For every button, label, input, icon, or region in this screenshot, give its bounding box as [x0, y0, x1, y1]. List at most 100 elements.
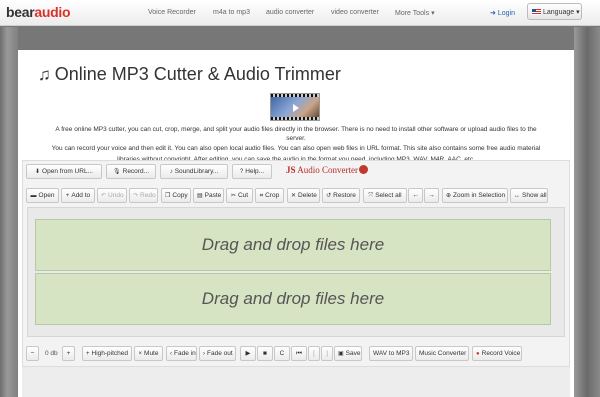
add-to-button[interactable]: + Add to — [61, 188, 95, 203]
undo-button[interactable]: ↶ Undo — [97, 188, 127, 203]
restore-icon: ↺ — [326, 193, 332, 199]
zoom-icon: ⊕ — [446, 193, 452, 199]
paste-button[interactable]: ▤ Paste — [193, 188, 224, 203]
volume-up-button[interactable]: + — [62, 346, 75, 361]
arrow-right-icon: → — [428, 192, 435, 199]
scissors-icon: ✂ — [230, 193, 236, 199]
wav-to-mp3-button[interactable]: WAV to MP3 — [369, 346, 413, 361]
undo-label: Undo — [108, 192, 124, 199]
js-audio-converter-link[interactable]: JS Audio Converter — [286, 165, 369, 175]
play-button[interactable]: ▶ — [240, 346, 256, 361]
nav-voice-recorder[interactable]: Voice Recorder — [148, 9, 196, 16]
top-navbar: bearaudio Voice Recorder m4a to mp3 audi… — [0, 0, 600, 26]
fade-in-label: Fade in — [174, 350, 196, 357]
record-label: Record... — [122, 168, 149, 175]
open-from-url-button[interactable]: ⬇ Open from URL... — [26, 164, 102, 179]
loop-button[interactable]: C — [274, 346, 290, 361]
mute-button[interactable]: × Mute — [134, 346, 163, 361]
record-voice-button[interactable]: ● Record Voice — [472, 346, 522, 361]
record-icon: ● — [476, 351, 480, 357]
show-all-label: Show all — [522, 192, 547, 199]
delete-button[interactable]: ✕ Delete — [287, 188, 320, 203]
crop-label: Crop — [265, 192, 280, 199]
brand-name: Audio Converter — [297, 165, 359, 175]
description-line-2: server. — [286, 135, 306, 142]
bracket-open-icon: [ — [313, 350, 315, 357]
expand-icon: ⤧ — [368, 193, 374, 199]
select-all-label: Select all — [375, 192, 402, 199]
select-all-button[interactable]: ⤧ Select all — [363, 188, 407, 203]
music-converter-label: Music Converter — [419, 350, 467, 357]
logo-text-audio: audio — [34, 4, 71, 20]
fade-out-icon: › — [203, 351, 205, 357]
copy-label: Copy — [172, 192, 188, 199]
drop-zone-1[interactable]: Drag and drop files here — [35, 219, 551, 271]
move-right-button[interactable]: → — [424, 188, 439, 203]
language-dropdown[interactable]: Language ▾ — [527, 3, 582, 20]
skip-start-icon: ⏮ — [296, 350, 302, 357]
stop-icon: ■ — [263, 350, 267, 357]
delete-label: Delete — [298, 192, 317, 199]
skip-start-button[interactable]: ⏮ — [291, 346, 307, 361]
flag-icon — [532, 9, 541, 15]
mark-start-button[interactable]: [ — [308, 346, 320, 361]
mark-end-button[interactable]: ] — [321, 346, 333, 361]
loop-icon: C — [279, 350, 285, 357]
minus-icon: − — [30, 350, 35, 357]
play-icon — [293, 104, 299, 112]
record-voice-label: Record Voice — [481, 350, 521, 357]
wav-to-mp3-label: WAV to MP3 — [373, 350, 410, 357]
open-button[interactable]: ▬ Open — [26, 188, 59, 203]
add-to-label: Add to — [71, 192, 91, 199]
save-button[interactable]: ▣ Save — [334, 346, 362, 361]
login-link[interactable]: ➜ Login — [490, 9, 515, 17]
editor-footer — [22, 366, 570, 397]
sound-library-button[interactable]: ♪ SoundLibrary... — [160, 164, 228, 179]
converter-logo-icon — [359, 165, 369, 174]
crop-icon: ⌗ — [259, 193, 264, 199]
music-converter-button[interactable]: Music Converter — [415, 346, 469, 361]
copy-icon: ❐ — [165, 193, 171, 199]
film-strip — [271, 117, 319, 120]
redo-label: Redo — [140, 192, 156, 199]
pitch-icon: + — [86, 351, 90, 357]
nav-video-converter[interactable]: video converter — [331, 9, 379, 16]
cut-button[interactable]: ✂ Cut — [226, 188, 253, 203]
bracket-close-icon: ] — [326, 350, 328, 357]
paste-icon: ▤ — [197, 193, 203, 199]
stop-button[interactable]: ■ — [257, 346, 273, 361]
more-tools-label: More Tools — [395, 10, 430, 17]
video-thumbnail[interactable] — [270, 93, 320, 121]
zoom-selection-button[interactable]: ⊕ Zoom in Selection — [442, 188, 508, 203]
redo-button[interactable]: ↷ Redo — [129, 188, 158, 203]
chevron-down-icon: ▾ — [576, 9, 580, 16]
nav-m4a-to-mp3[interactable]: m4a to mp3 — [213, 9, 250, 16]
download-icon: ⬇ — [35, 169, 41, 175]
help-label: Help... — [245, 168, 265, 175]
record-button[interactable]: 🎙 Record... — [106, 164, 156, 179]
bearaudio-logo[interactable]: bearaudio — [6, 4, 71, 20]
restore-button[interactable]: ↺ Restore — [322, 188, 360, 203]
fade-in-button[interactable]: ‹ Fade in — [166, 346, 197, 361]
fade-out-button[interactable]: › Fade out — [199, 346, 236, 361]
speaker-icon: ♪ — [169, 169, 173, 175]
high-pitched-button[interactable]: + High-pitched — [82, 346, 132, 361]
show-all-button[interactable]: ↔ Show all — [510, 188, 548, 203]
nav-more-tools[interactable]: More Tools ▾ — [395, 9, 435, 17]
volume-down-button[interactable]: − — [26, 346, 39, 361]
background-right — [574, 27, 600, 397]
close-icon: ✕ — [291, 193, 297, 199]
open-label: Open — [38, 192, 55, 199]
nav-audio-converter[interactable]: audio converter — [266, 9, 314, 16]
zoom-selection-label: Zoom in Selection — [453, 192, 506, 199]
sound-library-label: SoundLibrary... — [174, 168, 219, 175]
mute-icon: × — [138, 351, 143, 357]
fit-icon: ↔ — [514, 193, 520, 199]
copy-button[interactable]: ❐ Copy — [161, 188, 191, 203]
restore-label: Restore — [333, 192, 356, 199]
move-left-button[interactable]: ← — [408, 188, 423, 203]
drop-zone-2[interactable]: Drag and drop files here — [35, 273, 551, 325]
help-button[interactable]: ? Help... — [232, 164, 272, 179]
crop-button[interactable]: ⌗ Crop — [255, 188, 284, 203]
film-strip — [271, 94, 319, 97]
